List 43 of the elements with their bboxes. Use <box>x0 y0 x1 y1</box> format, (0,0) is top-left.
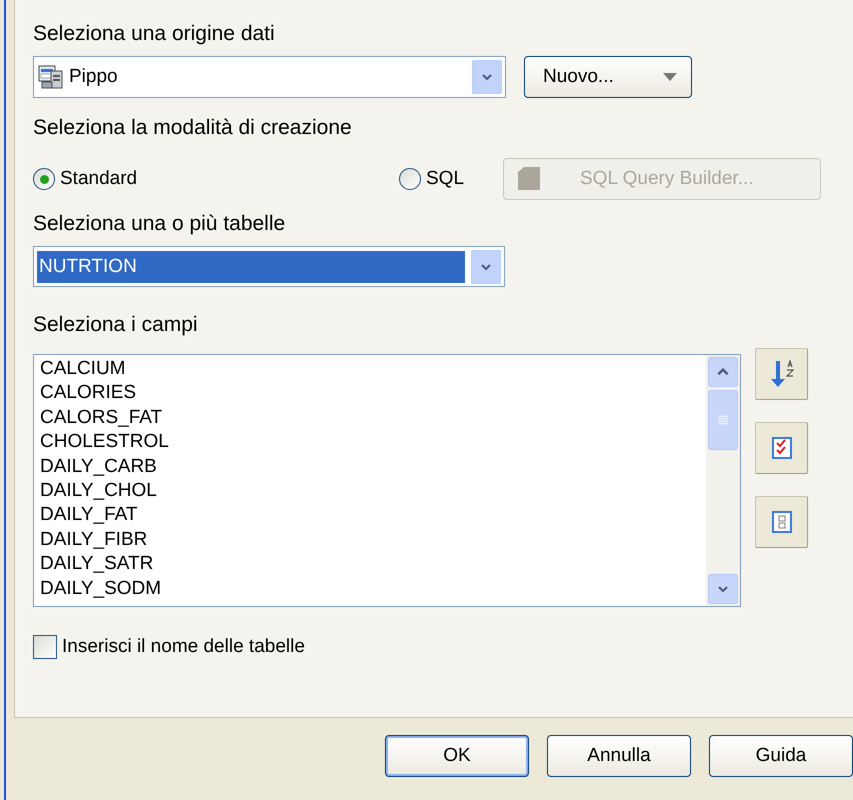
database-icon <box>37 63 65 91</box>
list-item[interactable]: CALORS_FAT <box>40 406 706 430</box>
dialog-button[interactable]: Annulla <box>547 735 691 777</box>
scrollbar[interactable] <box>706 355 740 606</box>
dialog-button[interactable]: Guida <box>709 735 853 777</box>
list-item[interactable]: DAILY_FAT <box>40 503 706 528</box>
checkbox[interactable] <box>33 635 57 660</box>
combo-value: Pippo <box>69 64 119 89</box>
radio-label: SQL <box>426 166 464 191</box>
combo-value: NUTRTION <box>37 250 465 282</box>
deselect-all-button[interactable] <box>755 496 808 548</box>
list-item[interactable]: DAILY_CARB <box>40 454 706 479</box>
scroll-up-button[interactable] <box>708 357 738 387</box>
section-label: Seleziona la modalità di creazione <box>33 116 353 140</box>
select-all-button[interactable] <box>755 422 808 474</box>
clear-icon <box>770 510 794 534</box>
list-item[interactable]: CALORIES <box>40 381 706 406</box>
scroll-thumb[interactable] <box>708 390 738 450</box>
scroll-down-button[interactable] <box>708 574 738 604</box>
list-item[interactable]: DAILY_SATR <box>40 552 706 577</box>
dialog-button[interactable]: OK <box>385 735 529 777</box>
chevron-down-icon <box>481 71 493 83</box>
table-combo[interactable]: NUTRTION <box>33 246 505 287</box>
list-item[interactable]: DAILY_CHOL <box>40 478 706 504</box>
checklist-icon <box>770 436 794 460</box>
checkbox-label: Inserisci il nome delle tabelle <box>62 635 305 659</box>
list-item[interactable]: CALCIUM <box>40 357 706 382</box>
radio-button[interactable] <box>33 168 55 190</box>
radio-button[interactable] <box>399 168 421 190</box>
fields-listbox[interactable]: CALCIUM CALORIES CALORS_FAT CHOLESTROL DAILY_CARB DAILY_CHOL DAILY_FAT DAILY_FIBR DAILY_SATR DAILY_SODM <box>33 354 741 607</box>
radio-label: Standard <box>60 166 138 191</box>
chevron-down-icon <box>717 583 729 595</box>
list-item[interactable]: DAILY_FIBR <box>40 528 706 552</box>
section-label: Seleziona una origine dati <box>33 22 276 46</box>
grip-icon <box>717 414 729 426</box>
section-label: Seleziona i campi <box>33 313 199 337</box>
list-item[interactable]: CHOLESTROL <box>40 430 706 455</box>
new-button[interactable]: Nuovo... <box>524 56 692 98</box>
data-source-combo[interactable]: Pippo <box>33 56 506 98</box>
list-item[interactable]: DAILY_SODM <box>40 576 706 601</box>
caret-icon <box>663 73 677 81</box>
section-label: Seleziona una o più tabelle <box>33 212 286 236</box>
sort-button[interactable] <box>755 348 808 400</box>
